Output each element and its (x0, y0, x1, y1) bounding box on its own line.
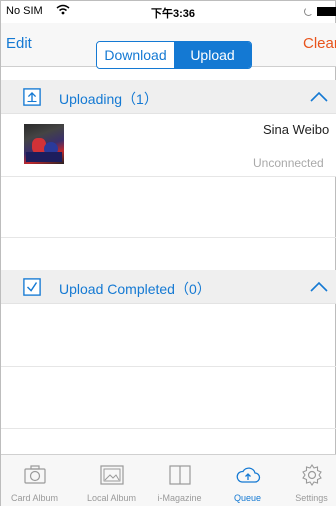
download-upload-segmented-control: Download Upload (96, 41, 252, 69)
tab-label: Queue (233, 493, 262, 503)
tab-card-album[interactable]: Card Album (1, 455, 68, 506)
status-bar: No SIM 下午3:36 (1, 1, 336, 23)
tab-bar: Card Album Local Album i-Magazine Queue … (1, 454, 336, 506)
divider (1, 428, 336, 429)
edit-button[interactable]: Edit (6, 35, 32, 52)
chevron-up-icon[interactable] (309, 281, 329, 293)
nav-bar: Edit Download Upload Clear (1, 23, 336, 69)
segment-download[interactable]: Download (97, 42, 174, 68)
uploading-section-header[interactable]: Uploading（1） (1, 80, 336, 114)
clock: 下午3:36 (151, 8, 196, 20)
gear-icon (302, 464, 322, 486)
tab-label: Local Album (86, 493, 137, 503)
divider (1, 366, 336, 367)
completed-section-header[interactable]: Upload Completed（0） (1, 270, 336, 304)
divider (1, 237, 336, 238)
upload-item-status: Unconnected (253, 156, 324, 170)
tab-settings[interactable]: Settings (278, 455, 336, 506)
upload-item-thumbnail (24, 124, 64, 164)
upload-item-row[interactable]: Sina Weibo Unconnected (1, 114, 336, 176)
wifi-icon (56, 4, 70, 15)
divider (1, 176, 336, 177)
upload-arrow-icon (23, 88, 41, 106)
tab-i-magazine[interactable]: i-Magazine (146, 455, 213, 506)
segment-upload[interactable]: Upload (174, 42, 251, 68)
tab-label: i-Magazine (157, 493, 202, 503)
image-icon (100, 465, 124, 485)
tab-local-album[interactable]: Local Album (78, 455, 145, 506)
camera-icon (24, 465, 46, 484)
clear-button[interactable]: Clear (303, 35, 336, 52)
cloud-upload-icon (236, 467, 261, 483)
chevron-up-icon[interactable] (309, 91, 329, 103)
tab-queue[interactable]: Queue (214, 455, 281, 506)
uploading-section-title: Uploading（1） (59, 91, 158, 107)
checkbox-checked-icon (23, 278, 41, 296)
book-icon (169, 465, 191, 485)
battery-icon (317, 7, 336, 16)
carrier-label: No SIM (6, 5, 43, 17)
tab-label: Settings (295, 493, 328, 503)
tab-label: Card Album (10, 493, 59, 503)
orientation-lock-icon (304, 7, 313, 16)
completed-section-title: Upload Completed（0） (59, 281, 211, 297)
upload-item-destination: Sina Weibo (263, 122, 330, 137)
